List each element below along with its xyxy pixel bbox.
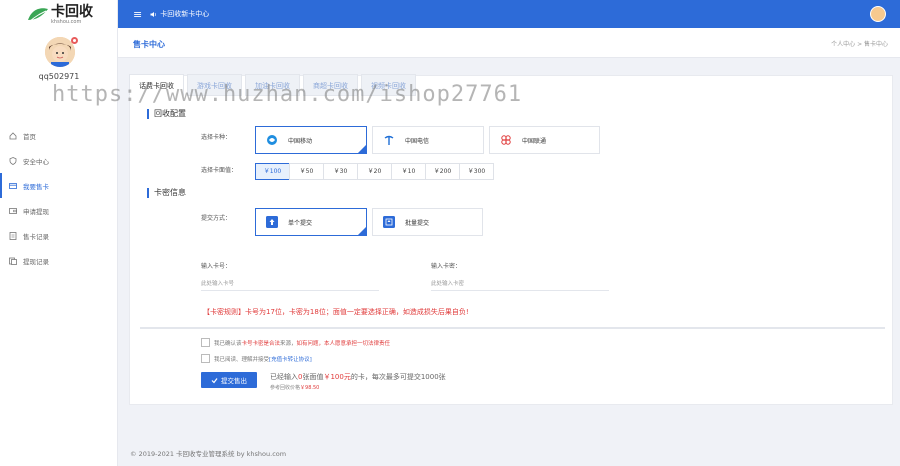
card-icon — [9, 182, 17, 189]
username: qq502971 — [38, 72, 80, 81]
page-title: 售卡中心 — [133, 40, 165, 49]
card-type-label: 选择卡种： — [201, 134, 232, 141]
section-card-info: 卡密信息 — [147, 188, 186, 198]
sidebar-item-sell-card[interactable]: 我要售卡 — [0, 173, 118, 198]
carrier-option-telecom[interactable]: 中国电信 — [372, 126, 484, 154]
section-recycle-config: 回收配置 — [147, 109, 186, 119]
sidebar-item-withdraw-records[interactable]: 提现记录 — [0, 248, 118, 273]
menu-icon[interactable]: ≡ — [133, 8, 142, 21]
denomination-300[interactable]: ￥300 — [459, 163, 494, 180]
summary-pre: 已经输入 — [270, 373, 298, 381]
carrier-label: 中国电信 — [405, 137, 430, 145]
breadcrumb: 个人中心 > 售卡中心 — [831, 41, 888, 48]
check-icon — [211, 377, 218, 383]
summary-mid: 张面值 — [302, 373, 324, 381]
sidebar-item-label: 我要售卡 — [23, 182, 49, 191]
card-number-label: 输入卡号： — [201, 263, 232, 270]
card-number-input[interactable]: 此处输入卡号 — [201, 277, 379, 291]
agree-legal-text: 我已确认该卡号卡密是合法来源，如有问题，本人愿意承担一切法律责任 — [214, 339, 390, 347]
china-mobile-icon — [267, 135, 277, 145]
summary-post: 的卡，每次最多可提交1000张 — [350, 373, 446, 381]
sidebar-nav: 首页 安全中心 我要售卡 申请提现 售卡记录 提现记录 — [0, 123, 118, 273]
denomination-20[interactable]: ￥20 — [357, 163, 392, 180]
sidebar-item-security[interactable]: 安全中心 — [0, 148, 118, 173]
agree-text-emph: 卡号卡密是合法 — [241, 341, 281, 347]
agree-text-pre: 我已确认该 — [214, 341, 242, 347]
denomination-200[interactable]: ￥200 — [425, 163, 460, 180]
notification-badge — [71, 37, 78, 44]
sidebar-item-label: 售卡记录 — [23, 232, 49, 241]
logo[interactable]: 卡回收 khshou.com — [26, 5, 93, 25]
carrier-option-unicom[interactable]: 中国联通 — [489, 126, 600, 154]
leaf-logo-icon — [28, 8, 48, 22]
top-breadcrumb[interactable]: 卡回收新卡中心 — [150, 9, 209, 19]
selected-corner — [358, 227, 366, 235]
top-breadcrumb-label: 卡回收新卡中心 — [160, 10, 210, 18]
list-icon — [9, 257, 17, 265]
ref-price-label: 参考回收价格 — [270, 385, 301, 391]
volume-icon — [150, 11, 157, 17]
denomination-options: ￥100 ￥50 ￥30 ￥20 ￥10 ￥200 ￥300 — [255, 163, 494, 180]
brand-name: 卡回收 — [51, 4, 93, 20]
china-telecom-icon — [384, 135, 394, 145]
upload-icon — [266, 216, 278, 228]
sidebar-item-label: 提现记录 — [23, 257, 49, 266]
user-menu-avatar[interactable] — [870, 6, 886, 22]
mode-label: 批量提交 — [405, 219, 430, 227]
rules-text: 卡号为17位，卡密为18位；面值一定要选择正确，如造成损失后果自负! — [245, 308, 469, 316]
summary-face: ￥100元 — [323, 373, 351, 381]
denomination-10[interactable]: ￥10 — [391, 163, 426, 180]
denomination-label: 选择卡面值： — [201, 167, 238, 174]
agree-text-mid: 来源， — [280, 341, 297, 347]
card-password-input[interactable]: 此处输入卡密 — [431, 277, 609, 291]
sidebar-item-label: 首页 — [23, 132, 36, 141]
china-unicom-icon — [501, 135, 511, 145]
shield-icon — [9, 156, 17, 165]
record-icon — [9, 231, 17, 240]
page-header: 售卡中心 个人中心 > 售卡中心 — [118, 28, 900, 58]
ref-price-value: ￥98.50 — [300, 385, 320, 391]
submit-summary: 已经输入0张面值￥100元的卡，每次最多可提交1000张 — [270, 372, 446, 382]
agree-terms-pre: 我已阅读、理解并接受 — [214, 357, 270, 363]
submit-label: 提交售出 — [221, 377, 247, 385]
divider — [140, 327, 885, 329]
wallet-icon — [9, 207, 17, 214]
sidebar-item-label: 申请提现 — [23, 207, 49, 216]
card-rules: 【卡密规则】卡号为17位，卡密为18位；面值一定要选择正确，如造成损失后果自负! — [203, 307, 469, 317]
denomination-100[interactable]: ￥100 — [255, 163, 290, 180]
watermark: https://www.huzhan.com/ishop27761 — [52, 82, 523, 107]
card-password-label: 输入卡密： — [431, 263, 462, 270]
mode-batch-submit[interactable]: 批量提交 — [372, 208, 483, 236]
sidebar-item-withdraw[interactable]: 申请提现 — [0, 198, 118, 223]
carrier-label: 中国联通 — [522, 137, 547, 145]
mode-label: 单个提交 — [288, 219, 313, 227]
agree-legal-checkbox[interactable] — [201, 338, 210, 347]
sidebar-item-sell-records[interactable]: 售卡记录 — [0, 223, 118, 248]
denomination-30[interactable]: ￥30 — [323, 163, 358, 180]
rules-prefix: 【卡密规则】 — [203, 308, 245, 316]
submit-mode-label: 提交方式： — [201, 215, 232, 222]
sidebar-item-label: 安全中心 — [23, 157, 49, 166]
mode-single-submit[interactable]: 单个提交 — [255, 208, 367, 236]
reference-price: 参考回收价格￥98.50 — [270, 384, 319, 391]
top-bar: ≡ 卡回收新卡中心 — [118, 0, 900, 28]
batch-upload-icon — [383, 216, 395, 228]
carrier-label: 中国移动 — [288, 137, 313, 145]
sidebar: 卡回收 khshou.com qq502971 首页 安全中心 我要售卡 申请提… — [0, 0, 118, 466]
agree-terms-text: 我已阅读、理解并接受[充值卡转让协议] — [214, 355, 312, 363]
transfer-agreement-link[interactable]: [充值卡转让协议] — [269, 357, 312, 363]
sidebar-item-home[interactable]: 首页 — [0, 123, 118, 148]
home-icon — [9, 131, 17, 139]
selected-corner — [358, 145, 366, 153]
submit-sell-button[interactable]: 提交售出 — [201, 372, 257, 388]
agree-text-warning: 如有问题，本人愿意承担一切法律责任 — [296, 341, 391, 347]
denomination-50[interactable]: ￥50 — [289, 163, 324, 180]
carrier-option-mobile[interactable]: 中国移动 — [255, 126, 367, 154]
agree-terms-checkbox[interactable] — [201, 354, 210, 363]
footer: © 2019-2021 卡回收专业管理系统 by khshou.com — [130, 450, 287, 458]
